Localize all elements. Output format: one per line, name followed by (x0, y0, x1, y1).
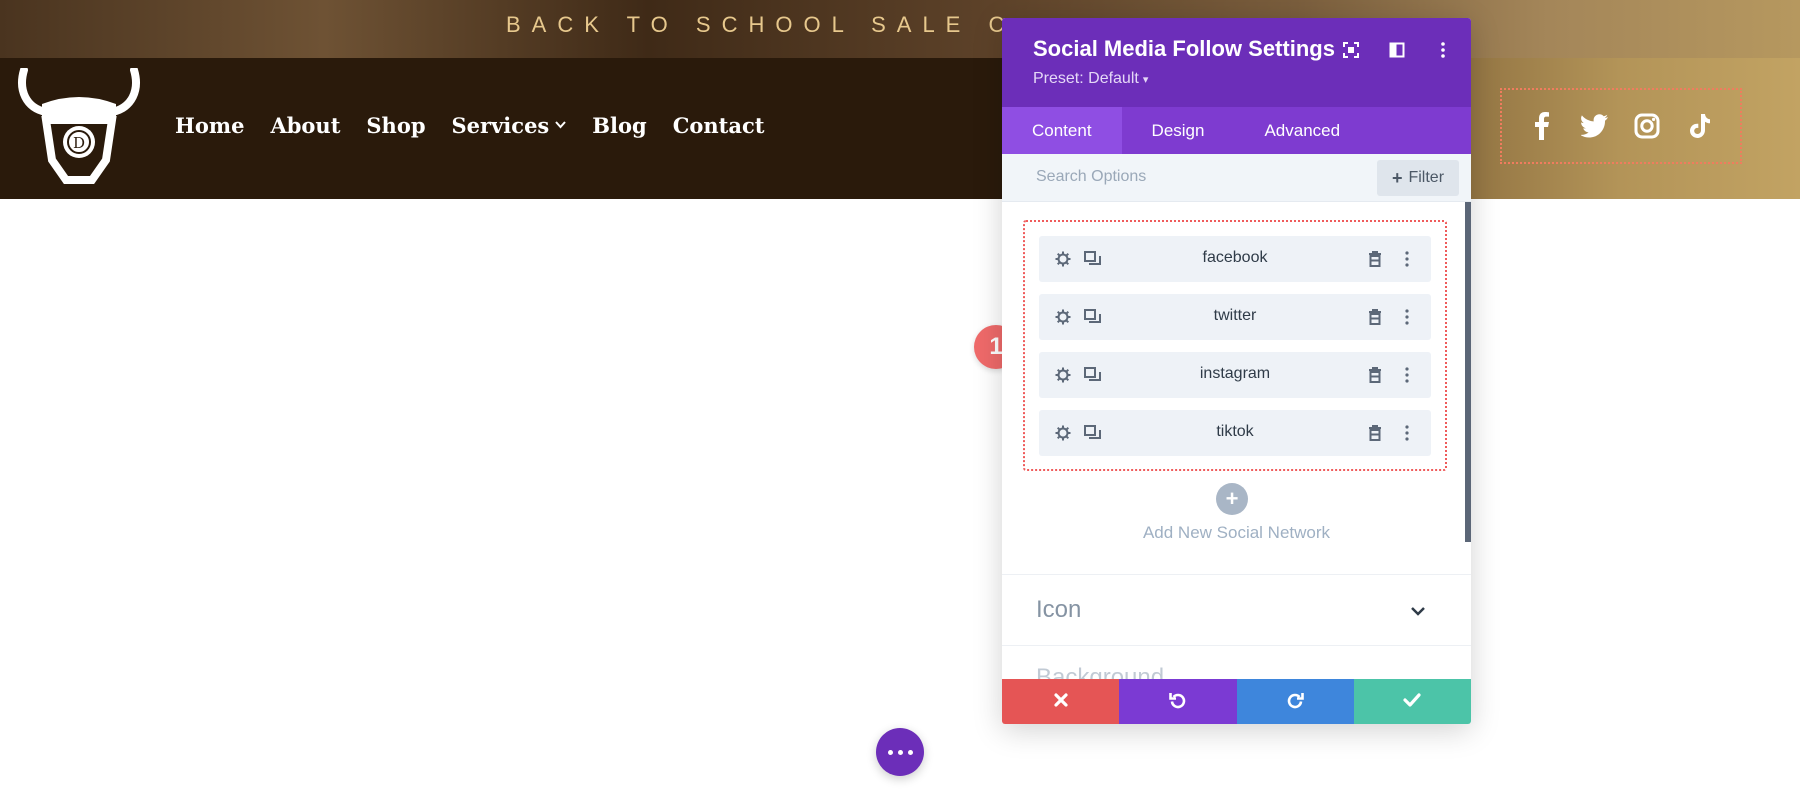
nav-services[interactable]: Services (452, 113, 567, 138)
caret-down-icon: ▾ (1142, 74, 1149, 86)
filter-button[interactable]: + Filter (1377, 160, 1459, 196)
divider (1002, 574, 1471, 575)
kebab-menu-icon[interactable] (1397, 423, 1417, 443)
social-follow-preview (1500, 88, 1742, 164)
kebab-menu-icon[interactable] (1397, 365, 1417, 385)
modal-header: Social Media Follow Settings Preset: Def… (1002, 18, 1471, 107)
nav-contact-label: Contact (672, 113, 765, 138)
nav-shop-label: Shop (366, 113, 426, 138)
announcement-bar: BACK TO SCHOOL SALE C (0, 0, 1800, 58)
social-network-item[interactable]: facebook (1039, 236, 1431, 282)
main-nav: Home About Shop Services Blog Contact (175, 113, 764, 138)
search-options-input[interactable]: Search Options (1036, 168, 1146, 186)
fullscreen-icon[interactable] (1341, 40, 1361, 60)
more-options-icon[interactable] (1433, 40, 1453, 60)
chevron-down-icon[interactable] (1409, 602, 1427, 620)
twitter-icon[interactable] (1579, 110, 1611, 142)
split-view-icon[interactable] (1387, 40, 1407, 60)
kebab-menu-icon[interactable] (1397, 307, 1417, 327)
trash-icon[interactable] (1365, 249, 1385, 269)
social-network-item[interactable]: twitter (1039, 294, 1431, 340)
instagram-icon[interactable] (1631, 110, 1663, 142)
nav-services-label: Services (451, 113, 550, 138)
social-network-list: facebook twitter instagram tiktok (1023, 220, 1447, 471)
modal-title: Social Media Follow Settings (1033, 36, 1335, 61)
tiktok-icon[interactable] (1684, 110, 1716, 142)
dot (907, 749, 913, 755)
search-bar: Search Options + Filter (1002, 154, 1471, 202)
facebook-icon[interactable] (1526, 110, 1558, 142)
nav-contact[interactable]: Contact (673, 113, 765, 138)
nav-about-label: About (270, 113, 341, 138)
redo-icon (1286, 691, 1304, 713)
chevron-down-icon (555, 118, 567, 133)
tab-design[interactable]: Design (1122, 107, 1235, 154)
nav-blog[interactable]: Blog (592, 113, 646, 138)
tab-advanced[interactable]: Advanced (1234, 107, 1370, 154)
site-logo[interactable]: D (16, 66, 142, 190)
announcement-text: BACK TO SCHOOL SALE C (506, 12, 1016, 37)
nav-about[interactable]: About (270, 113, 340, 138)
preset-label: Preset: Default (1033, 70, 1139, 87)
filter-label: Filter (1408, 169, 1445, 186)
divider (1002, 645, 1471, 646)
dot (897, 749, 903, 755)
kebab-menu-icon[interactable] (1397, 249, 1417, 269)
section-icon-toggle[interactable]: Icon (1036, 596, 1081, 624)
close-icon (1054, 692, 1068, 711)
nav-home[interactable]: Home (175, 113, 244, 138)
undo-icon (1169, 691, 1187, 713)
trash-icon[interactable] (1365, 307, 1385, 327)
modal-header-actions (1341, 40, 1453, 60)
dot (887, 749, 893, 755)
page-settings-button[interactable] (876, 728, 924, 776)
social-network-item[interactable]: tiktok (1039, 410, 1431, 456)
cancel-button[interactable] (1002, 679, 1120, 724)
site-header: D Home About Shop Services Blog Contact (0, 58, 1800, 199)
modal-footer (1002, 679, 1471, 724)
scrollbar-thumb[interactable] (1465, 202, 1471, 542)
trash-icon[interactable] (1365, 423, 1385, 443)
undo-button[interactable] (1119, 679, 1237, 724)
preset-selector[interactable]: Preset: Default ▾ (1033, 70, 1148, 88)
nav-shop[interactable]: Shop (366, 113, 425, 138)
settings-modal: Social Media Follow Settings Preset: Def… (1002, 18, 1471, 724)
add-social-network-button[interactable]: + (1216, 483, 1248, 515)
trash-icon[interactable] (1365, 365, 1385, 385)
save-button[interactable] (1353, 679, 1471, 724)
svg-text:D: D (73, 134, 85, 152)
modal-tabs: Content Design Advanced (1002, 107, 1471, 154)
plus-icon: + (1391, 167, 1403, 188)
nav-home-label: Home (175, 113, 245, 138)
social-network-item[interactable]: instagram (1039, 352, 1431, 398)
check-icon (1403, 692, 1421, 711)
nav-blog-label: Blog (592, 113, 647, 138)
page: BACK TO SCHOOL SALE C D Home About Shop … (0, 0, 1800, 802)
tab-content[interactable]: Content (1002, 107, 1122, 154)
redo-button[interactable] (1236, 679, 1354, 724)
add-social-network-label[interactable]: Add New Social Network (1002, 523, 1471, 543)
